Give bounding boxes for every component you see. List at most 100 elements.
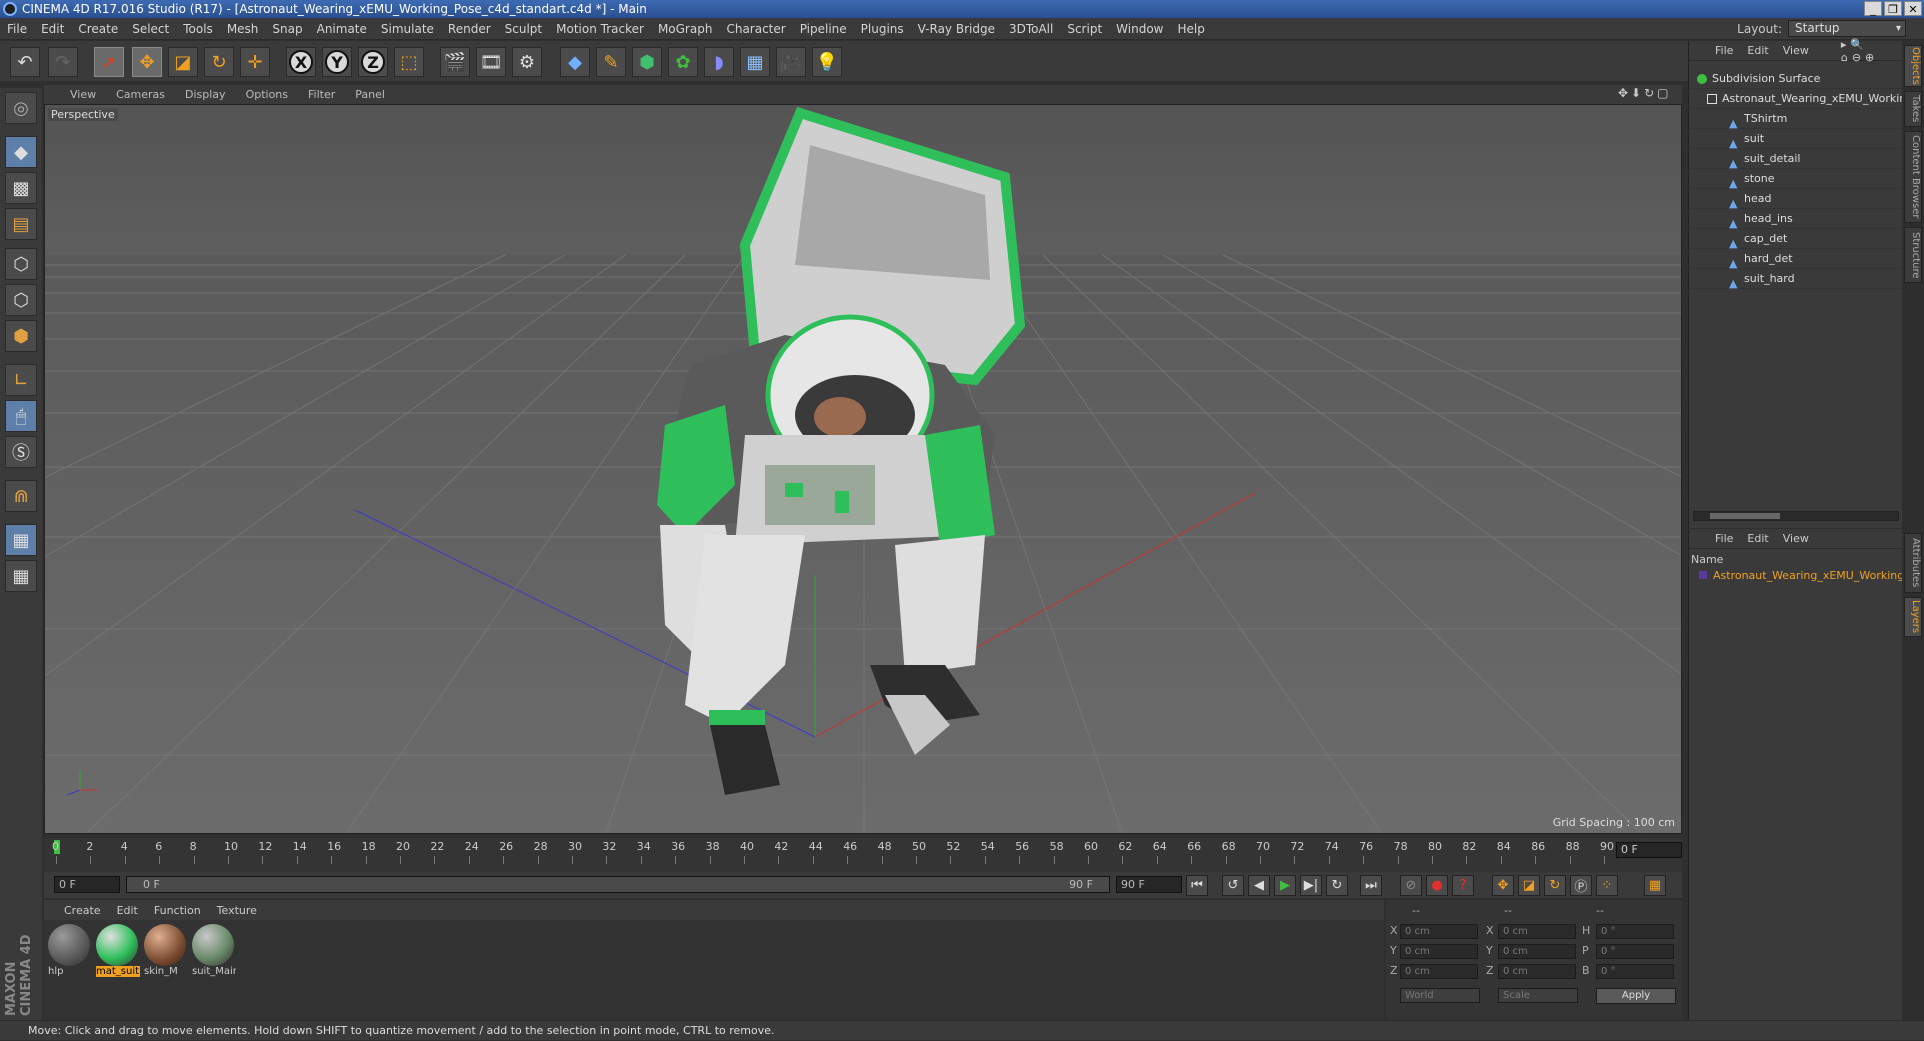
planar-workplane-icon[interactable]: ▦ — [5, 560, 37, 592]
keyframe-selection-icon[interactable]: ⊘ — [1400, 875, 1422, 896]
model-mode-icon[interactable]: ◆ — [5, 136, 37, 168]
menu-edit[interactable]: Edit — [34, 22, 71, 36]
next-frame-icon[interactable]: ▶| — [1300, 875, 1322, 896]
key-position-icon[interactable]: ✥ — [1492, 875, 1514, 896]
snap-magnet-icon[interactable]: ⋒ — [5, 480, 37, 512]
menu-select[interactable]: Select — [125, 22, 176, 36]
edges-mode-icon[interactable]: ⬡ — [5, 284, 37, 316]
tree-row[interactable]: ▲ cap_det — [1689, 229, 1903, 250]
redo-icon[interactable]: ↷ — [48, 47, 78, 77]
rotate-icon[interactable]: ↻ — [204, 47, 234, 77]
go-to-start-icon[interactable]: ⏮ — [1186, 875, 1208, 896]
tab-attributes[interactable]: Attributes — [1904, 533, 1922, 593]
material-menu-function[interactable]: Function — [146, 904, 209, 917]
object-menu-view[interactable]: View — [1783, 44, 1809, 57]
position-y-field[interactable]: 0 cm — [1400, 944, 1478, 959]
pen-spline-icon[interactable]: ✎ — [596, 47, 626, 77]
viewport-menu-panel[interactable]: Panel — [345, 88, 395, 101]
scale-mode-dropdown[interactable]: Scale — [1498, 988, 1578, 1003]
apply-button[interactable]: Apply — [1596, 988, 1676, 1004]
material-swatch[interactable]: hlp — [48, 924, 92, 982]
material-swatch[interactable]: mat_suit — [96, 924, 140, 982]
perspective-viewport[interactable]: Perspective Grid Spacing: 100 cm — [44, 104, 1682, 834]
menu-vray-bridge[interactable]: V-Ray Bridge — [911, 22, 1002, 36]
tree-row[interactable]: Astronaut_Wearing_xEMU_Workin — [1689, 89, 1906, 109]
layer-menu-edit[interactable]: Edit — [1747, 532, 1768, 545]
coordinate-system-icon[interactable]: ⬚ — [394, 47, 424, 77]
end-frame-field[interactable]: 90 F — [1116, 876, 1182, 893]
timeline-ruler[interactable]: 0 2 4 6 8 10 12 14 16 18 20 22 24 26 28 30 32 34 36 38 40 42 4… — [44, 838, 1682, 872]
previous-keyframe-icon[interactable]: ↺ — [1222, 875, 1244, 896]
tree-row[interactable]: ▲ suit_detail — [1689, 149, 1903, 170]
transform-icon[interactable]: ✛ — [240, 47, 270, 77]
rotation-h-field[interactable]: 0 ° — [1596, 924, 1674, 939]
light-icon[interactable]: 💡 — [812, 47, 842, 77]
menu-window[interactable]: Window — [1109, 22, 1170, 36]
render-view-icon[interactable]: 🎬 — [440, 47, 470, 77]
current-frame-field[interactable]: 0 F — [1616, 842, 1682, 858]
menu-script[interactable]: Script — [1060, 22, 1109, 36]
key-parameter-icon[interactable]: Ⓟ — [1570, 875, 1592, 896]
render-settings-icon[interactable]: ⚙ — [512, 47, 542, 77]
make-editable-icon[interactable]: ◎ — [5, 92, 37, 124]
tree-row[interactable]: ▲ hard_det — [1689, 249, 1903, 270]
size-x-field[interactable]: 0 cm — [1498, 924, 1576, 939]
tree-row[interactable]: ▲ head — [1689, 189, 1903, 210]
previous-frame-icon[interactable]: ◀ — [1248, 875, 1270, 896]
tab-layers[interactable]: Layers — [1904, 597, 1922, 637]
material-swatch[interactable]: skin_M — [144, 924, 188, 982]
object-menu-edit[interactable]: Edit — [1747, 44, 1768, 57]
layer-row[interactable]: Astronaut_Wearing_xEMU_Working — [1699, 569, 1904, 582]
next-keyframe-icon[interactable]: ↻ — [1326, 875, 1348, 896]
workplane-icon[interactable]: ▤ — [5, 208, 37, 240]
record-icon[interactable]: ● — [1426, 875, 1448, 896]
menu-snap[interactable]: Snap — [265, 22, 309, 36]
floor-icon[interactable]: ▦ — [740, 47, 770, 77]
rotation-p-field[interactable]: 0 ° — [1596, 944, 1674, 959]
scale-icon[interactable]: ◪ — [168, 47, 198, 77]
viewport-menu-display[interactable]: Display — [175, 88, 236, 101]
rotation-b-field[interactable]: 0 ° — [1596, 964, 1674, 979]
material-menu-edit[interactable]: Edit — [109, 904, 146, 917]
maximize-button[interactable]: ❐ — [1884, 1, 1902, 16]
menu-mesh[interactable]: Mesh — [220, 22, 266, 36]
material-swatch[interactable]: suit_Mair — [192, 924, 236, 982]
polygons-mode-icon[interactable]: ⬢ — [5, 320, 37, 352]
menu-motion-tracker[interactable]: Motion Tracker — [549, 22, 651, 36]
tree-row[interactable]: ▲ stone — [1689, 169, 1903, 190]
object-menu-file[interactable]: File — [1715, 44, 1733, 57]
axis-mode-icon[interactable]: ∟ — [5, 364, 37, 396]
x-axis-lock-icon[interactable]: X — [286, 47, 316, 77]
go-to-end-icon[interactable]: ⏭ — [1360, 875, 1382, 896]
start-frame-field[interactable]: 0 F — [54, 876, 120, 893]
layout-dropdown[interactable]: Startup — [1788, 20, 1906, 37]
tree-row[interactable]: ▲ TShirtm — [1689, 109, 1903, 130]
menu-plugins[interactable]: Plugins — [854, 22, 911, 36]
menu-pipeline[interactable]: Pipeline — [793, 22, 854, 36]
menu-sculpt[interactable]: Sculpt — [498, 22, 549, 36]
layer-menu-view[interactable]: View — [1783, 532, 1809, 545]
tab-content-browser[interactable]: Content Browser — [1904, 131, 1922, 223]
texture-mode-icon[interactable]: ▩ — [5, 172, 37, 204]
menu-animate[interactable]: Animate — [310, 22, 374, 36]
viewport-menu-view[interactable]: View — [44, 88, 106, 101]
key-scale-icon[interactable]: ◪ — [1518, 875, 1540, 896]
layer-menu-file[interactable]: File — [1715, 532, 1733, 545]
tree-row[interactable]: ▲ head_ins — [1689, 209, 1903, 230]
material-menu-create[interactable]: Create — [56, 904, 109, 917]
menu-simulate[interactable]: Simulate — [374, 22, 441, 36]
play-icon[interactable]: ▶ — [1274, 875, 1296, 896]
menu-render[interactable]: Render — [441, 22, 498, 36]
timeline-window-icon[interactable]: ▦ — [1644, 875, 1666, 896]
menu-help[interactable]: Help — [1170, 22, 1211, 36]
object-search-icons[interactable]: ▸🔍⌂⊖⊕ — [1841, 38, 1888, 64]
key-pla-icon[interactable]: ⁘ — [1596, 875, 1618, 896]
y-axis-lock-icon[interactable]: Y — [322, 47, 352, 77]
position-x-field[interactable]: 0 cm — [1400, 924, 1478, 939]
render-picture-viewer-icon[interactable]: 🎞 — [476, 47, 506, 77]
tree-row[interactable]: ▲ suit_hard — [1689, 269, 1903, 290]
move-icon[interactable]: ✥ — [132, 47, 162, 77]
cloner-icon[interactable]: ✿ — [668, 47, 698, 77]
autokey-icon[interactable]: ? — [1452, 875, 1474, 896]
undo-icon[interactable]: ↶ — [10, 47, 40, 77]
